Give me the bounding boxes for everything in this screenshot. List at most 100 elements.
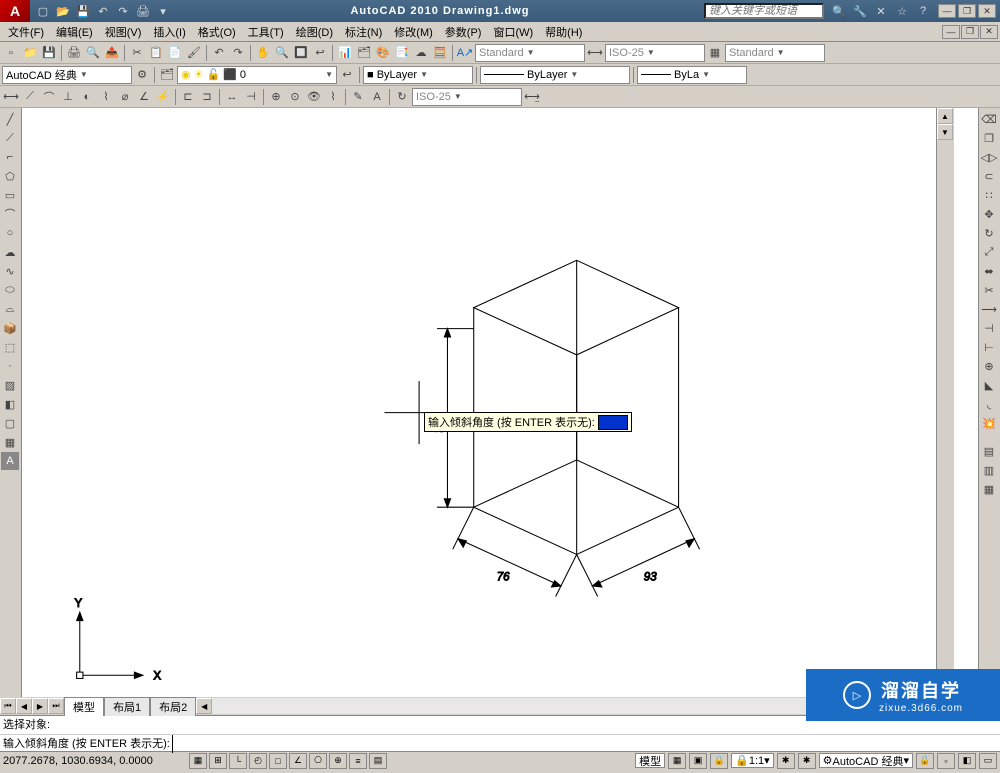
color-combo[interactable]: ■ ByLayer▼	[363, 66, 473, 84]
status-coordinates[interactable]: 2077.2678, 1030.6934, 0.0000	[3, 755, 183, 767]
preview-icon[interactable]: 🔍	[84, 44, 102, 62]
table-style-icon[interactable]: ▦	[706, 44, 724, 62]
trim-icon[interactable]: ✂	[980, 281, 998, 299]
ellipse-arc-icon[interactable]: ⌓	[1, 300, 19, 318]
tool-palette-icon[interactable]: 🎨	[374, 44, 392, 62]
paste-icon[interactable]: 📄	[166, 44, 184, 62]
menu-format[interactable]: 格式(O)	[192, 22, 242, 42]
stretch-icon[interactable]: ⬌	[980, 262, 998, 280]
close-button[interactable]: ✕	[978, 4, 996, 18]
polygon-icon[interactable]: ⬠	[1, 167, 19, 185]
zoom-prev-icon[interactable]: ↩	[311, 44, 329, 62]
extend-icon[interactable]: ⟶	[980, 300, 998, 318]
dim-continue-icon[interactable]: ⊐	[198, 88, 216, 106]
tolerance-icon[interactable]: ⊕	[267, 88, 285, 106]
tab-prev-icon[interactable]: ◀	[16, 698, 32, 714]
rectangle-icon[interactable]: ▭	[1, 186, 19, 204]
point-icon[interactable]: ·	[1, 357, 19, 375]
tab-layout1[interactable]: 布局1	[104, 697, 150, 716]
polar-toggle[interactable]: ◴	[249, 753, 267, 769]
dim-radius-icon[interactable]: ◐	[78, 88, 96, 106]
arc-icon[interactable]: ⌒	[1, 205, 19, 223]
menu-parametric[interactable]: 参数(P)	[439, 22, 488, 42]
text-style-icon[interactable]: A↗	[456, 44, 474, 62]
binoculars-icon[interactable]: 🔍	[830, 2, 848, 20]
drawing-canvas[interactable]: 127 76 93	[22, 108, 978, 697]
pan-icon[interactable]: ✋	[254, 44, 272, 62]
layer-prev-icon[interactable]: ↩	[338, 66, 356, 84]
scroll-up-icon[interactable]: ▲	[937, 108, 953, 124]
mdi-restore-button[interactable]: ❐	[961, 25, 979, 39]
draworder2-icon[interactable]: ▥	[980, 461, 998, 479]
mtext-icon[interactable]: A	[1, 452, 19, 470]
mdi-minimize-button[interactable]: —	[942, 25, 960, 39]
open-icon[interactable]: 📂	[54, 2, 72, 20]
new-icon[interactable]: ▫	[2, 44, 20, 62]
center-mark-icon[interactable]: ⊙	[286, 88, 304, 106]
break-icon[interactable]: ⊢	[980, 338, 998, 356]
draworder3-icon[interactable]: ▦	[980, 480, 998, 498]
layer-combo[interactable]: ◉ ☀ 🔓 ⬛ 0▼	[177, 66, 337, 84]
dim-edit-icon[interactable]: ✎	[349, 88, 367, 106]
layer-manager-icon[interactable]: 🗂	[158, 66, 176, 84]
linetype-combo[interactable]: ByLayer▼	[480, 66, 630, 84]
revcloud-icon[interactable]: ☁	[1, 243, 19, 261]
menu-help[interactable]: 帮助(H)	[539, 22, 588, 42]
hatch-icon[interactable]: ▨	[1, 376, 19, 394]
help-icon[interactable]: ?	[914, 2, 932, 20]
dynamic-input-field[interactable]	[598, 415, 628, 430]
ducs-toggle[interactable]: ⎔	[309, 753, 327, 769]
ws-settings-icon[interactable]: ⚙	[133, 66, 151, 84]
make-block-icon[interactable]: ⬚	[1, 338, 19, 356]
status-space[interactable]: 模型	[635, 753, 665, 768]
zoom-window-icon[interactable]: 🔲	[292, 44, 310, 62]
lineweight-combo[interactable]: ByLa▼	[637, 66, 747, 84]
scroll-down-icon[interactable]: ▼	[937, 124, 953, 140]
maximize-button[interactable]: ❐	[958, 4, 976, 18]
clean-screen-icon[interactable]: ▭	[979, 753, 997, 769]
inspection-icon[interactable]: 👁	[305, 88, 323, 106]
spline-icon[interactable]: ∿	[1, 262, 19, 280]
tab-model[interactable]: 模型	[64, 697, 104, 716]
quickview-layouts-icon[interactable]: ▦	[668, 753, 686, 769]
ellipse-icon[interactable]: ⬭	[1, 281, 19, 299]
menu-tools[interactable]: 工具(T)	[242, 22, 290, 42]
redo-icon[interactable]: ↷	[114, 2, 132, 20]
cut-icon[interactable]: ✂	[128, 44, 146, 62]
copy-icon[interactable]: 📋	[147, 44, 165, 62]
menu-insert[interactable]: 插入(I)	[147, 22, 191, 42]
tab-last-icon[interactable]: ⏭	[48, 698, 64, 714]
table-icon[interactable]: ▦	[1, 433, 19, 451]
search-icon[interactable]: 🔧	[851, 2, 869, 20]
menu-draw[interactable]: 绘图(D)	[290, 22, 339, 42]
print-icon[interactable]: 🖨	[65, 44, 83, 62]
dim-space-icon[interactable]: ↔	[223, 88, 241, 106]
isolate-icon[interactable]: ◧	[958, 753, 976, 769]
dimstyle-combo[interactable]: ISO-25▼	[412, 88, 522, 106]
vertical-scrollbar[interactable]: ▲ ▼	[936, 108, 954, 697]
qat-dropdown-icon[interactable]: ▾	[154, 2, 172, 20]
print-icon[interactable]: 🖨	[134, 2, 152, 20]
qp-toggle[interactable]: ▤	[369, 753, 387, 769]
calc-icon[interactable]: 🧮	[431, 44, 449, 62]
sheet-set-icon[interactable]: 📑	[393, 44, 411, 62]
save-icon[interactable]: 💾	[74, 2, 92, 20]
dim-jogged-icon[interactable]: ⌇	[97, 88, 115, 106]
dim-diameter-icon[interactable]: ⌀	[116, 88, 134, 106]
copy-obj-icon[interactable]: ❐	[980, 129, 998, 147]
break-point-icon[interactable]: ⊣	[980, 319, 998, 337]
undo-icon[interactable]: ↶	[94, 2, 112, 20]
app-logo[interactable]: A	[0, 0, 30, 22]
hscroll-left-icon[interactable]: ◀	[196, 698, 212, 714]
toolbar-lock-icon[interactable]: 🔒	[916, 753, 934, 769]
annoscale-icon[interactable]: 🔒	[710, 753, 728, 769]
exchange-icon[interactable]: ✕	[872, 2, 890, 20]
ortho-toggle[interactable]: └	[229, 753, 247, 769]
insert-block-icon[interactable]: 📦	[1, 319, 19, 337]
mdi-close-button[interactable]: ✕	[980, 25, 998, 39]
table-style-combo[interactable]: Standard▼	[725, 44, 825, 62]
array-icon[interactable]: ∷	[980, 186, 998, 204]
quick-dim-icon[interactable]: ⚡	[154, 88, 172, 106]
new-icon[interactable]: ▢	[34, 2, 52, 20]
circle-icon[interactable]: ○	[1, 224, 19, 242]
